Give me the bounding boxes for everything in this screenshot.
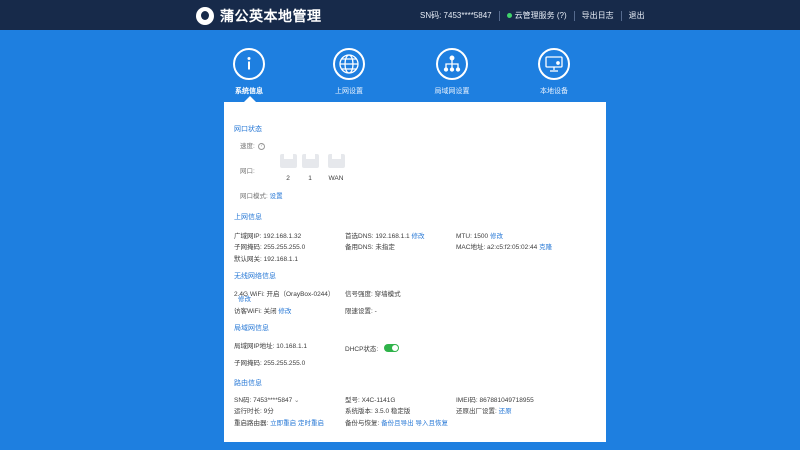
factory-reset-row: 还原出厂设置: 还原 (456, 405, 512, 415)
speed-limit: 限速设置: - (345, 308, 377, 315)
lan-port-2-icon (280, 154, 297, 168)
backup-row: 备份与恢复: 备份且导出 导入且恢复 (345, 417, 448, 427)
backup-label: 备份与恢复: (345, 420, 380, 427)
section-title-wireless: 无线网络信息 (234, 273, 276, 280)
help-icon[interactable]: ? (257, 142, 265, 150)
lan-subnet: 子网掩码: 255.255.255.0 (234, 360, 306, 367)
secondary-dns: 备用DNS: 未指定 (345, 244, 395, 251)
brand: 蒲公英本地管理 (196, 6, 322, 26)
wan-port-icon (328, 154, 345, 168)
port-label: 网口: (240, 168, 255, 175)
restart-row: 重启路由器: 立即重启 定时重启 (234, 417, 324, 427)
app-title: 蒲公英本地管理 (220, 8, 322, 24)
nav-internet-settings[interactable]: 上网设置 (314, 48, 384, 96)
sn-label: SN码: 7453****5847 (420, 11, 492, 20)
nav-label: 局域网设置 (434, 88, 470, 95)
uptime: 运行时长: 9分 (234, 408, 274, 415)
factory-reset-label: 还原出厂设置: (456, 408, 497, 415)
edit-guest-wifi-link[interactable]: 修改 (278, 308, 291, 315)
section-title-internet: 上网信息 (234, 214, 262, 221)
mac-row: MAC地址: a2:c5:f2:05:02:44 克隆 (456, 241, 552, 251)
backup-export-link[interactable]: 备份且导出 (381, 420, 414, 427)
port-mode-label: 网口模式: (240, 193, 268, 200)
guest-wifi: 访客WiFi: 关闭 (234, 308, 277, 315)
divider (498, 10, 500, 21)
signal-strength: 信号强度: 穿墙模式 (345, 291, 401, 298)
nav-label: 上网设置 (335, 88, 363, 95)
primary-dns: 首选DNS: 192.168.1.1 (345, 233, 410, 240)
cloud-service-link[interactable]: 云管理服务 (?) (515, 10, 567, 21)
guest-wifi-row: 访客WiFi: 关闭 修改 (234, 305, 291, 315)
nav-local-devices[interactable]: 本地设备 (519, 48, 589, 96)
chevron-down-icon[interactable]: ⌄ (294, 397, 299, 404)
lan-port-1-icon (302, 154, 319, 168)
divider (620, 10, 622, 21)
default-gateway: 默认网关: 192.168.1.1 (234, 256, 298, 263)
clone-mac-link[interactable]: 克隆 (539, 244, 552, 251)
port-name: 1 (308, 175, 312, 182)
section-title-port-status: 网口状态 (234, 126, 262, 133)
imei: IMEI码: 867881049718955 (456, 397, 534, 404)
nav-system-info[interactable]: 系统信息 (214, 48, 284, 96)
section-title-router: 路由信息 (234, 380, 262, 387)
mac-address: MAC地址: a2:c5:f2:05:02:44 (456, 244, 538, 251)
cloud-status-dot-icon (506, 13, 512, 18)
speed-label: 速度:? (240, 140, 265, 150)
system-version: 系统版本: 3.5.0 稳定版 (345, 408, 411, 415)
info-icon (233, 48, 265, 80)
monitor-icon (538, 48, 570, 80)
edit-dns-link[interactable]: 修改 (412, 233, 425, 240)
mtu-row: MTU: 1500 修改 (456, 230, 503, 240)
speed-label-text: 速度: (240, 143, 255, 150)
nav-lan-settings[interactable]: 局域网设置 (417, 48, 487, 96)
network-icon (436, 48, 468, 80)
dhcp-toggle[interactable] (384, 344, 399, 352)
nav-label: 本地设备 (540, 88, 568, 95)
port-name: WAN (328, 175, 344, 182)
wan-ip: 广域网IP: 192.168.1.32 (234, 233, 302, 240)
section-title-lan: 局域网信息 (234, 325, 269, 332)
top-bar: 蒲公英本地管理 SN码: 7453****5847 云管理服务 (?) 导出日志… (0, 0, 800, 30)
main-nav: 系统信息 上网设置 局域网设置 本地设备 (0, 48, 800, 98)
port-name: 2 (286, 175, 290, 182)
import-restore-link[interactable]: 导入且恢复 (415, 420, 448, 427)
logout-link[interactable]: 退出 (629, 10, 645, 21)
globe-icon (333, 48, 365, 80)
top-right-menu: SN码: 7453****5847 云管理服务 (?) 导出日志 退出 (420, 10, 645, 21)
port-mode-settings-link[interactable]: 设置 (270, 193, 283, 200)
nav-label: 系统信息 (235, 88, 263, 95)
scheduled-restart-link[interactable]: 定时重启 (298, 420, 324, 427)
restart-label: 重启路由器: (234, 420, 269, 427)
router-sn: SN码: 7453****5847 (234, 397, 293, 404)
lan-ip: 局域网IP地址: 10.168.1.1 (234, 343, 307, 350)
edit-wifi-24g-link[interactable]: 修改 (238, 293, 251, 303)
mtu: MTU: 1500 (456, 233, 489, 240)
router-sn-row: SN码: 7453****5847 ⌄ (234, 394, 299, 404)
edit-mtu-link[interactable]: 修改 (490, 233, 503, 240)
restart-now-link[interactable]: 立即重启 (270, 420, 296, 427)
primary-dns-row: 首选DNS: 192.168.1.1 修改 (345, 230, 425, 240)
system-info-panel: 网口状态 速度:? 网口: 2 1 WAN 网口模式: 设置 上网信息 广域网I… (224, 102, 606, 442)
port-mode-row: 网口模式: 设置 (240, 190, 283, 200)
dhcp-label: DHCP状态: (345, 346, 379, 353)
dandelion-logo-icon (196, 7, 214, 25)
export-log-link[interactable]: 导出日志 (582, 10, 614, 21)
divider (573, 10, 575, 21)
wan-subnet: 子网掩码: 255.255.255.0 (234, 244, 306, 251)
factory-reset-link[interactable]: 还原 (499, 408, 512, 415)
model: 型号: X4C-1141G (345, 397, 396, 404)
